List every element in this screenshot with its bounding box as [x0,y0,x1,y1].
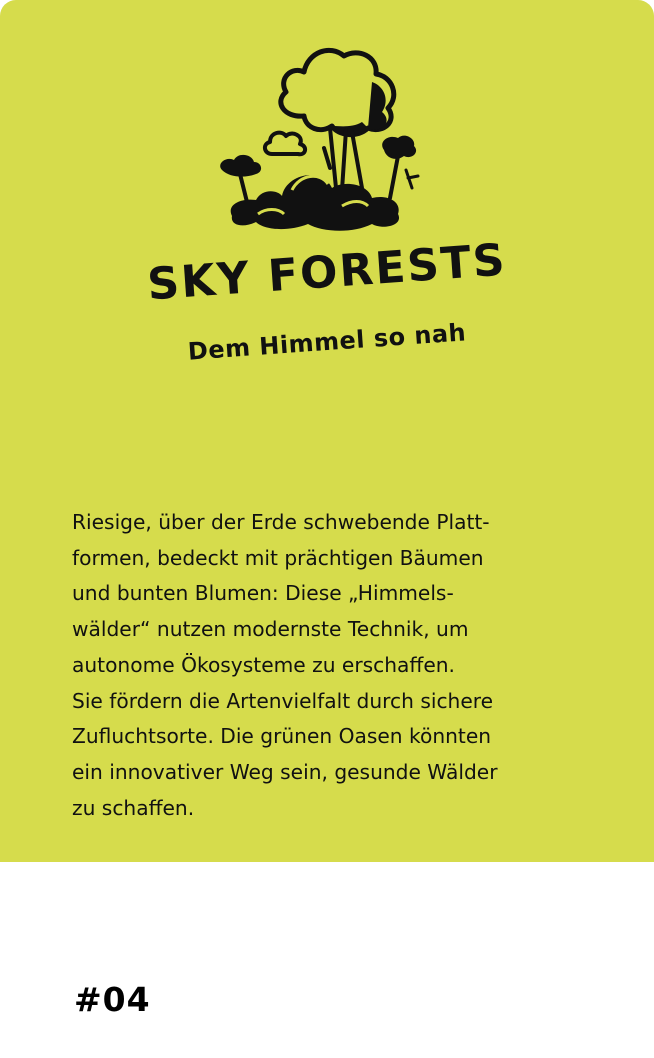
page-title: SKY FORESTS [145,234,509,311]
description-text: Riesige, über der Erde schwebende Platt-… [72,510,498,820]
card-number: #04 [74,980,151,1019]
card-panel: SKY FORESTS Dem Himmel so nah Riesige, ü… [0,0,654,862]
sky-forest-illustration-icon [220,48,420,231]
page-subtitle: Dem Himmel so nah [186,318,468,366]
